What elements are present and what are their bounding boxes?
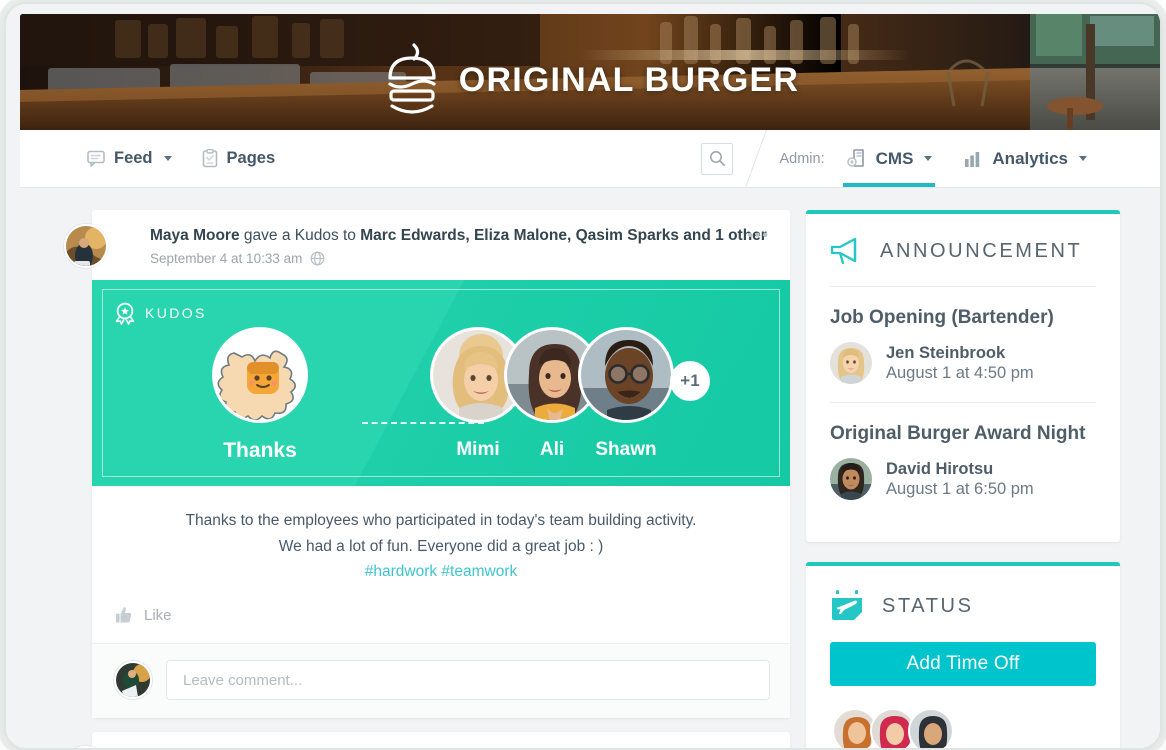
announcement-date: August 1 at 4:50 pm — [886, 363, 1034, 382]
kudos-recipient-node[interactable]: Shawn — [578, 326, 674, 461]
nav-label-cms: CMS — [875, 148, 914, 168]
nav-label-analytics: Analytics — [992, 148, 1068, 168]
kudos-ribbon-icon — [115, 302, 135, 325]
david-hirotsu-avatar — [830, 458, 872, 500]
page-body: Maya Moore gave a Kudos to Marc Edwards,… — [20, 188, 1160, 748]
post-text-line: Thanks to the employees who participated… — [185, 511, 697, 529]
announcement-item-title: Job Opening (Bartender) — [830, 307, 1054, 328]
announcement-author: Jen Steinbrook — [886, 343, 1006, 362]
announcement-title: ANNOUNCEMENT — [880, 239, 1083, 262]
post-card: Maya Moore gave a Kudos to Amy Appleby S… — [64, 732, 790, 748]
browser-bezel: ORIGINAL BURGER Feed Pages Admin: CMS An… — [0, 0, 1166, 750]
maya-moore-avatar — [66, 226, 106, 266]
post-card: Maya Moore gave a Kudos to Marc Edwards,… — [64, 210, 790, 719]
main-navbar: Feed Pages Admin: CMS Analytics — [20, 130, 1160, 188]
nav-item-analytics[interactable]: Analytics — [961, 130, 1090, 187]
status-avatar-3 — [910, 710, 952, 748]
announcement-author: David Hirotsu — [886, 459, 994, 478]
announcement-item[interactable]: Original Burger Award Night David Hirots… — [830, 402, 1096, 518]
avatar — [578, 326, 674, 423]
kudos-recipients-group: Mimi Ali Shawn +1 — [430, 326, 710, 461]
announcement-item-title: Original Burger Award Night — [830, 423, 1086, 444]
comment-input[interactable] — [166, 660, 770, 701]
status-avatar-list — [830, 708, 1096, 748]
sun-emoji-avatar — [215, 329, 305, 420]
post-timestamp: September 4 at 10:33 am — [150, 250, 303, 266]
nav-diagonal-divider — [733, 130, 779, 187]
post-actor: Maya Moore — [150, 227, 240, 244]
post-action: gave a Kudos to — [239, 227, 361, 244]
chevron-down-icon — [924, 156, 933, 161]
calendar-airplane-icon — [832, 590, 862, 620]
post-header: Maya Moore gave a Kudos to Marc Edwards,… — [64, 210, 790, 280]
status-panel: STATUS Add Time Off — [806, 562, 1120, 748]
status-title: STATUS — [882, 594, 974, 617]
nav-right-group: Admin: CMS Analytics — [701, 130, 1160, 187]
kudos-people-row: Thanks Mimi Ali Shawn +1 — [92, 326, 790, 463]
announcement-header: ANNOUNCEMENT — [830, 236, 1096, 287]
avatar[interactable] — [908, 708, 954, 748]
app-window: ORIGINAL BURGER Feed Pages Admin: CMS An… — [20, 14, 1160, 748]
search-icon — [710, 151, 725, 166]
more-options-icon[interactable]: ••• — [747, 228, 770, 244]
like-label[interactable]: Like — [144, 607, 172, 624]
hero-banner: ORIGINAL BURGER — [20, 14, 1160, 130]
kudos-sender-label: Thanks — [223, 438, 297, 462]
megaphone-icon — [830, 237, 857, 265]
add-time-off-button[interactable]: Add Time Off — [830, 642, 1096, 686]
avatar[interactable] — [64, 224, 108, 268]
avatar — [830, 458, 872, 500]
chevron-down-icon — [1079, 156, 1087, 161]
search-button[interactable] — [701, 142, 734, 175]
kudos-sender-node: Thanks — [212, 326, 308, 463]
brand-name: ORIGINAL BURGER — [458, 60, 800, 99]
feed-column: Maya Moore gave a Kudos to Marc Edwards,… — [20, 210, 790, 748]
post-text-line: We had a lot of fun. Everyone did a grea… — [278, 537, 604, 555]
admin-label: Admin: — [779, 150, 825, 167]
analytics-bars-icon — [965, 151, 980, 167]
current-user-avatar — [116, 663, 150, 698]
avatar[interactable] — [64, 746, 108, 748]
nav-label-pages: Pages — [226, 149, 276, 167]
thumbs-up-icon[interactable] — [114, 605, 134, 625]
post-header: Maya Moore gave a Kudos to Amy Appleby S… — [64, 732, 790, 748]
brand-logo: ORIGINAL BURGER — [20, 40, 1160, 120]
nav-item-pages[interactable]: Pages — [202, 130, 276, 187]
kudos-recipient-name: Shawn — [595, 438, 657, 460]
nav-left-group: Feed Pages — [20, 130, 275, 187]
kudos-sender-bubble — [212, 326, 308, 423]
shawn-avatar — [581, 329, 671, 420]
comment-row — [92, 644, 790, 719]
status-header: STATUS — [830, 588, 1096, 642]
feed-bubble-icon — [87, 150, 105, 167]
nav-item-cms[interactable]: CMS — [842, 130, 936, 187]
avatar[interactable] — [114, 661, 152, 700]
announcement-author-row: David Hirotsu August 1 at 6:50 pm — [830, 458, 1096, 500]
sidebar-column: ANNOUNCEMENT Job Opening (Bartender) Jen… — [790, 210, 1160, 748]
nav-label-feed: Feed — [114, 149, 153, 167]
pages-clipboard-icon — [202, 149, 217, 168]
post-body: Thanks to the employees who participated… — [92, 486, 790, 591]
kudos-banner: KUDOS Thanks Mimi Ali Shawn +1 — [92, 279, 790, 486]
kudos-tag: KUDOS — [114, 302, 207, 325]
post-meta: September 4 at 10:33 am — [150, 251, 772, 266]
burger-icon — [388, 43, 436, 114]
announcement-date: August 1 at 6:50 pm — [886, 479, 1034, 498]
jen-steinbrook-avatar — [830, 342, 872, 384]
cms-gear-page-icon — [846, 149, 864, 167]
globe-icon — [310, 251, 325, 266]
kudos-tag-label: KUDOS — [145, 305, 207, 322]
announcement-author-row: Jen Steinbrook August 1 at 4:50 pm — [830, 342, 1096, 384]
avatar — [830, 342, 872, 384]
bezel-ring: ORIGINAL BURGER Feed Pages Admin: CMS An… — [4, 2, 1162, 750]
post-hashtags[interactable]: #hardwork #teamwork — [116, 559, 766, 585]
announcement-panel: ANNOUNCEMENT Job Opening (Bartender) Jen… — [806, 210, 1120, 542]
nav-item-feed[interactable]: Feed — [87, 130, 172, 187]
post-actions: Like — [92, 591, 790, 645]
kudos-overflow-badge[interactable]: +1 — [670, 360, 710, 401]
post-title: Maya Moore gave a Kudos to Marc Edwards,… — [150, 226, 772, 247]
announcement-item[interactable]: Job Opening (Bartender) Jen Steinbrook A… — [830, 287, 1096, 402]
post-recipients: Marc Edwards, Eliza Malone, Qasim Sparks… — [360, 227, 767, 244]
chevron-down-icon — [163, 156, 172, 161]
